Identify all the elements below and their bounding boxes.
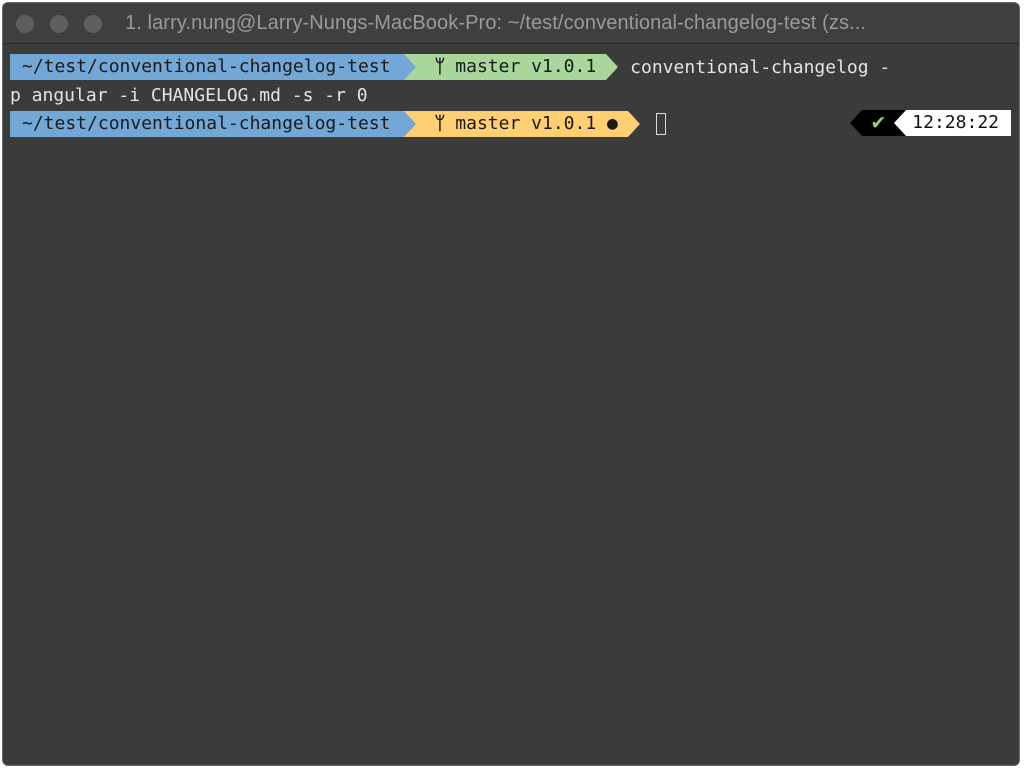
prompt-path-segment: ~/test/conventional-changelog-test: [10, 54, 405, 80]
git-branch-label: master v1.0.1 ●: [455, 113, 618, 134]
minimize-window-button[interactable]: [50, 15, 68, 33]
terminal-cursor[interactable]: [655, 113, 666, 135]
git-branch-icon: ᛘ: [434, 113, 446, 134]
command-text: conventional-changelog -: [630, 56, 891, 78]
prompt-line-2: ~/test/conventional-changelog-test ᛘ mas…: [10, 110, 666, 138]
right-prompt: ✔ 12:28:22: [850, 110, 1011, 136]
prompt-line-1: ~/test/conventional-changelog-test ᛘ mas…: [10, 53, 890, 81]
prompt-git-segment: ᛘ master v1.0.1: [416, 54, 607, 80]
command-text-continued: p angular -i CHANGELOG.md -s -r 0: [10, 84, 368, 106]
git-branch-icon: ᛘ: [434, 56, 446, 77]
powerline-separator: [404, 54, 417, 80]
window-title: 1. larry.nung@Larry-Nungs-MacBook-Pro: ~…: [125, 12, 867, 34]
prompt-time: 12:28:22: [906, 110, 1011, 136]
terminal-window: 1. larry.nung@Larry-Nungs-MacBook-Pro: ~…: [2, 2, 1020, 766]
terminal-content[interactable]: ~/test/conventional-changelog-test ᛘ mas…: [3, 43, 1019, 765]
prompt-path-segment: ~/test/conventional-changelog-test: [10, 111, 405, 137]
git-branch-label: master v1.0.1: [455, 56, 597, 77]
zoom-window-button[interactable]: [84, 15, 102, 33]
title-bar[interactable]: 1. larry.nung@Larry-Nungs-MacBook-Pro: ~…: [3, 3, 1019, 44]
powerline-separator: [404, 111, 417, 137]
powerline-separator: [894, 110, 907, 136]
prompt-git-segment-dirty: ᛘ master v1.0.1 ●: [416, 111, 628, 137]
powerline-separator: [850, 110, 863, 136]
checkmark-icon: ✔: [862, 110, 895, 136]
powerline-separator: [606, 54, 619, 80]
close-window-button[interactable]: [16, 15, 34, 33]
command-continuation-line: p angular -i CHANGELOG.md -s -r 0: [10, 81, 368, 109]
powerline-separator: [627, 111, 640, 137]
